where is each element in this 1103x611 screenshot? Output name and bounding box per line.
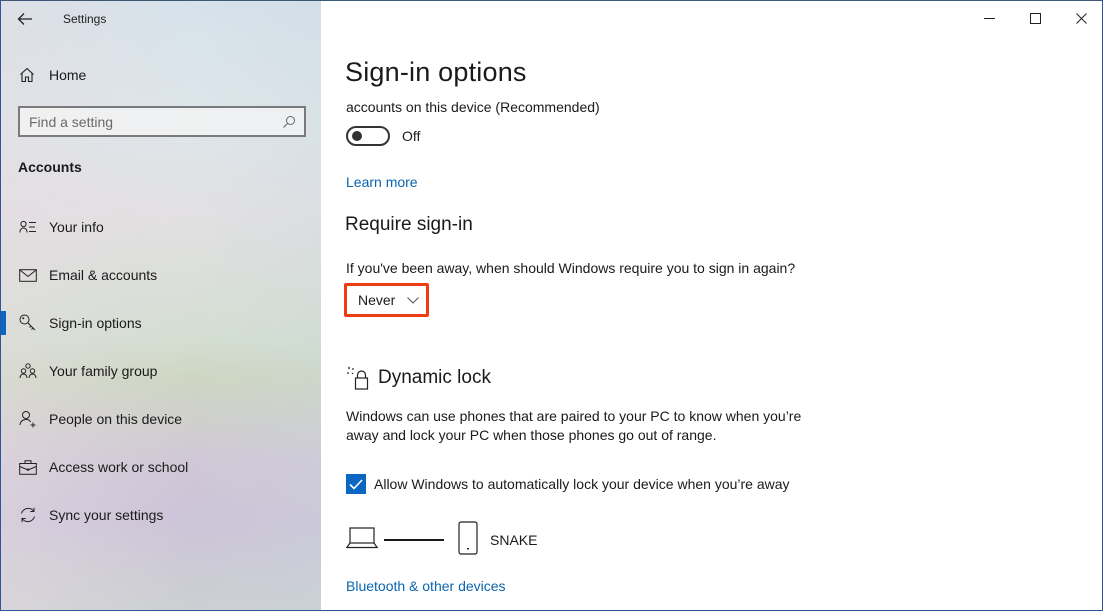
minimize-button[interactable] <box>966 1 1012 35</box>
paired-device-name: SNAKE <box>490 532 538 548</box>
maximize-button[interactable] <box>1012 1 1058 35</box>
sidebar-item-your-info[interactable]: Your info <box>1 203 321 251</box>
chevron-down-icon <box>407 296 420 304</box>
sidebar-item-label: Sign-in options <box>49 315 142 331</box>
sidebar-item-label: Sync your settings <box>49 507 164 523</box>
window-controls <box>966 1 1102 35</box>
toggle-row: Off <box>346 126 420 146</box>
toggle-state-label: Off <box>402 128 421 144</box>
sidebar-item-sign-in-options[interactable]: Sign-in options <box>1 299 321 347</box>
settings-window: Settings Home Accounts <box>0 0 1103 611</box>
dropdown-value: Never <box>358 292 396 308</box>
close-button[interactable] <box>1058 1 1102 35</box>
learn-more-link[interactable]: Learn more <box>346 174 418 190</box>
title-bar: Settings <box>1 1 321 37</box>
dynamic-lock-checkbox[interactable] <box>346 474 366 494</box>
dynamic-lock-checkbox-label: Allow Windows to automatically lock your… <box>374 476 790 492</box>
content-pane: Sign-in options accounts on this device … <box>321 1 1102 610</box>
dynamic-lock-icon <box>345 364 373 392</box>
pairing-line <box>384 539 444 541</box>
laptop-icon <box>345 526 379 554</box>
back-button[interactable] <box>1 1 49 37</box>
minimize-icon <box>983 17 995 19</box>
mail-icon <box>18 268 38 282</box>
sidebar-item-access-work-school[interactable]: Access work or school <box>1 443 321 491</box>
sidebar-item-label: Your info <box>49 219 104 235</box>
sidebar-item-email-accounts[interactable]: Email & accounts <box>1 251 321 299</box>
close-icon <box>1075 12 1087 24</box>
dynamic-lock-checkbox-row[interactable]: Allow Windows to automatically lock your… <box>346 474 790 494</box>
page-title: Sign-in options <box>345 57 527 87</box>
briefcase-icon <box>18 459 38 475</box>
require-signin-heading: Require sign-in <box>345 214 473 235</box>
back-arrow-icon <box>17 13 32 25</box>
sidebar: Settings Home Accounts <box>1 1 321 610</box>
sidebar-nav: Your info Email & accounts Sign-in optio… <box>1 203 321 539</box>
sidebar-item-label: Email & accounts <box>49 267 158 283</box>
truncated-description: accounts on this device (Recommended) <box>346 99 600 115</box>
search-box[interactable] <box>18 106 306 137</box>
home-label: Home <box>49 67 87 83</box>
sync-icon <box>18 506 38 524</box>
app-title: Settings <box>63 12 107 26</box>
highlight-box: Never <box>344 283 429 317</box>
checkmark-icon <box>349 478 363 490</box>
search-icon[interactable] <box>274 115 304 129</box>
home-icon <box>19 67 36 83</box>
maximize-icon <box>1029 12 1041 24</box>
sidebar-item-home[interactable]: Home <box>1 59 321 91</box>
require-signin-question: If you've been away, when should Windows… <box>346 260 796 276</box>
sidebar-item-family-group[interactable]: Your family group <box>1 347 321 395</box>
sidebar-item-label: Access work or school <box>49 459 189 475</box>
section-label-accounts: Accounts <box>18 159 82 175</box>
sidebar-item-label: Your family group <box>49 363 158 379</box>
sidebar-item-sync-settings[interactable]: Sync your settings <box>1 491 321 539</box>
person-list-icon <box>18 220 38 234</box>
phone-icon <box>458 520 478 560</box>
sidebar-item-label: People on this device <box>49 411 183 427</box>
sidebar-item-people-on-device[interactable]: People on this device <box>1 395 321 443</box>
paired-device-row: SNAKE <box>345 520 538 560</box>
toggle-switch[interactable] <box>346 126 390 146</box>
key-icon <box>18 314 38 332</box>
person-add-icon <box>18 410 38 428</box>
dynamic-lock-description: Windows can use phones that are paired t… <box>346 408 802 443</box>
require-signin-dropdown[interactable]: Never <box>347 286 426 314</box>
search-input[interactable] <box>20 113 274 130</box>
dynamic-lock-heading-row: Dynamic lock <box>345 364 491 392</box>
toggle-knob <box>352 131 362 141</box>
bluetooth-devices-link[interactable]: Bluetooth & other devices <box>346 578 506 594</box>
dynamic-lock-heading: Dynamic lock <box>378 367 491 388</box>
family-icon <box>18 363 38 379</box>
